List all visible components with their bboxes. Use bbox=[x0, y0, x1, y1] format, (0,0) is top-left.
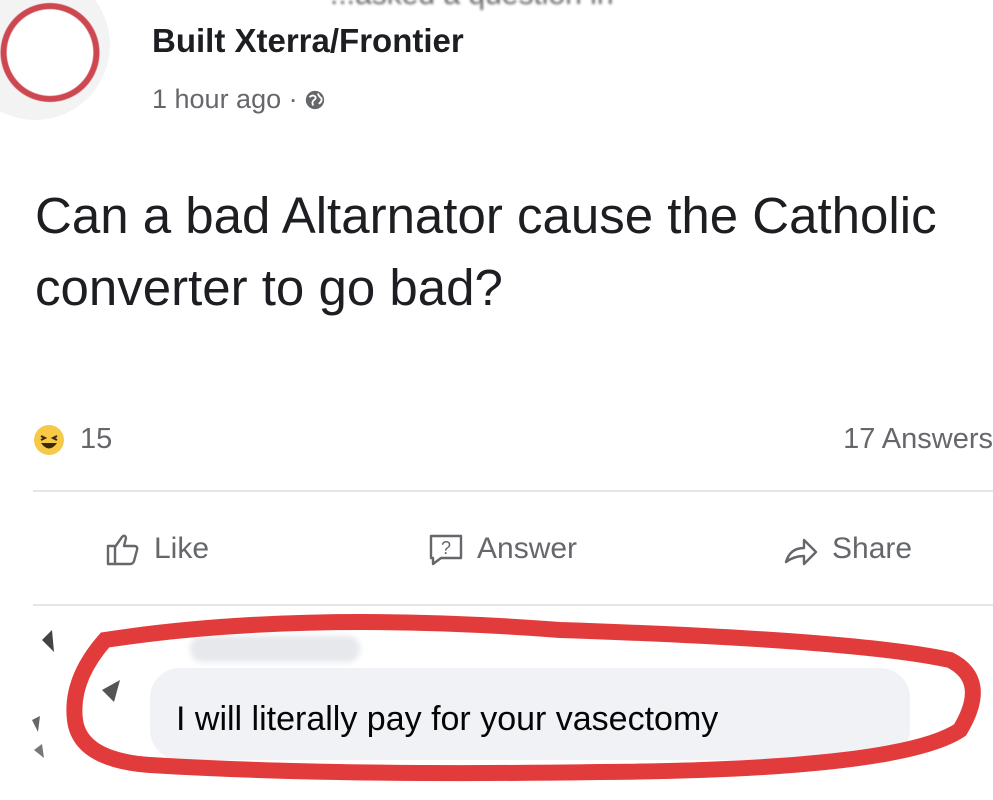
group-name-link[interactable]: Built Xterra/Frontier bbox=[152, 22, 464, 60]
haha-emoji-icon[interactable] bbox=[33, 424, 65, 456]
answer-label: Answer bbox=[477, 532, 578, 565]
actions-divider bbox=[33, 604, 993, 606]
like-label: Like bbox=[154, 532, 210, 565]
share-arrow-icon bbox=[784, 538, 818, 566]
globe-icon bbox=[305, 90, 324, 109]
share-label: Share bbox=[832, 532, 913, 565]
timestamp-text[interactable]: 1 hour ago · bbox=[152, 84, 298, 115]
reaction-count[interactable]: 15 bbox=[80, 423, 112, 456]
commenter-name-redacted[interactable] bbox=[190, 636, 360, 662]
post-timestamp: 1 hour ago · bbox=[152, 84, 326, 115]
stats-divider bbox=[33, 490, 993, 492]
answers-count-link[interactable]: 17 Answers bbox=[843, 423, 993, 456]
post-question-text: Can a bad Altarnator cause the Catholic … bbox=[35, 187, 937, 316]
like-button[interactable]: Like bbox=[102, 528, 209, 570]
share-button[interactable]: Share bbox=[780, 528, 912, 570]
author-avatar[interactable] bbox=[0, 0, 110, 120]
post-header-text: ...asked a question in bbox=[330, 0, 614, 12]
svg-text:?: ? bbox=[441, 538, 451, 558]
commenter-avatar[interactable] bbox=[22, 620, 122, 760]
answer-button[interactable]: ? Answer bbox=[425, 528, 577, 570]
question-bubble-icon: ? bbox=[429, 534, 463, 566]
comment-text: I will literally pay for your vasectomy bbox=[176, 700, 719, 738]
thumbs-up-icon bbox=[106, 534, 139, 566]
